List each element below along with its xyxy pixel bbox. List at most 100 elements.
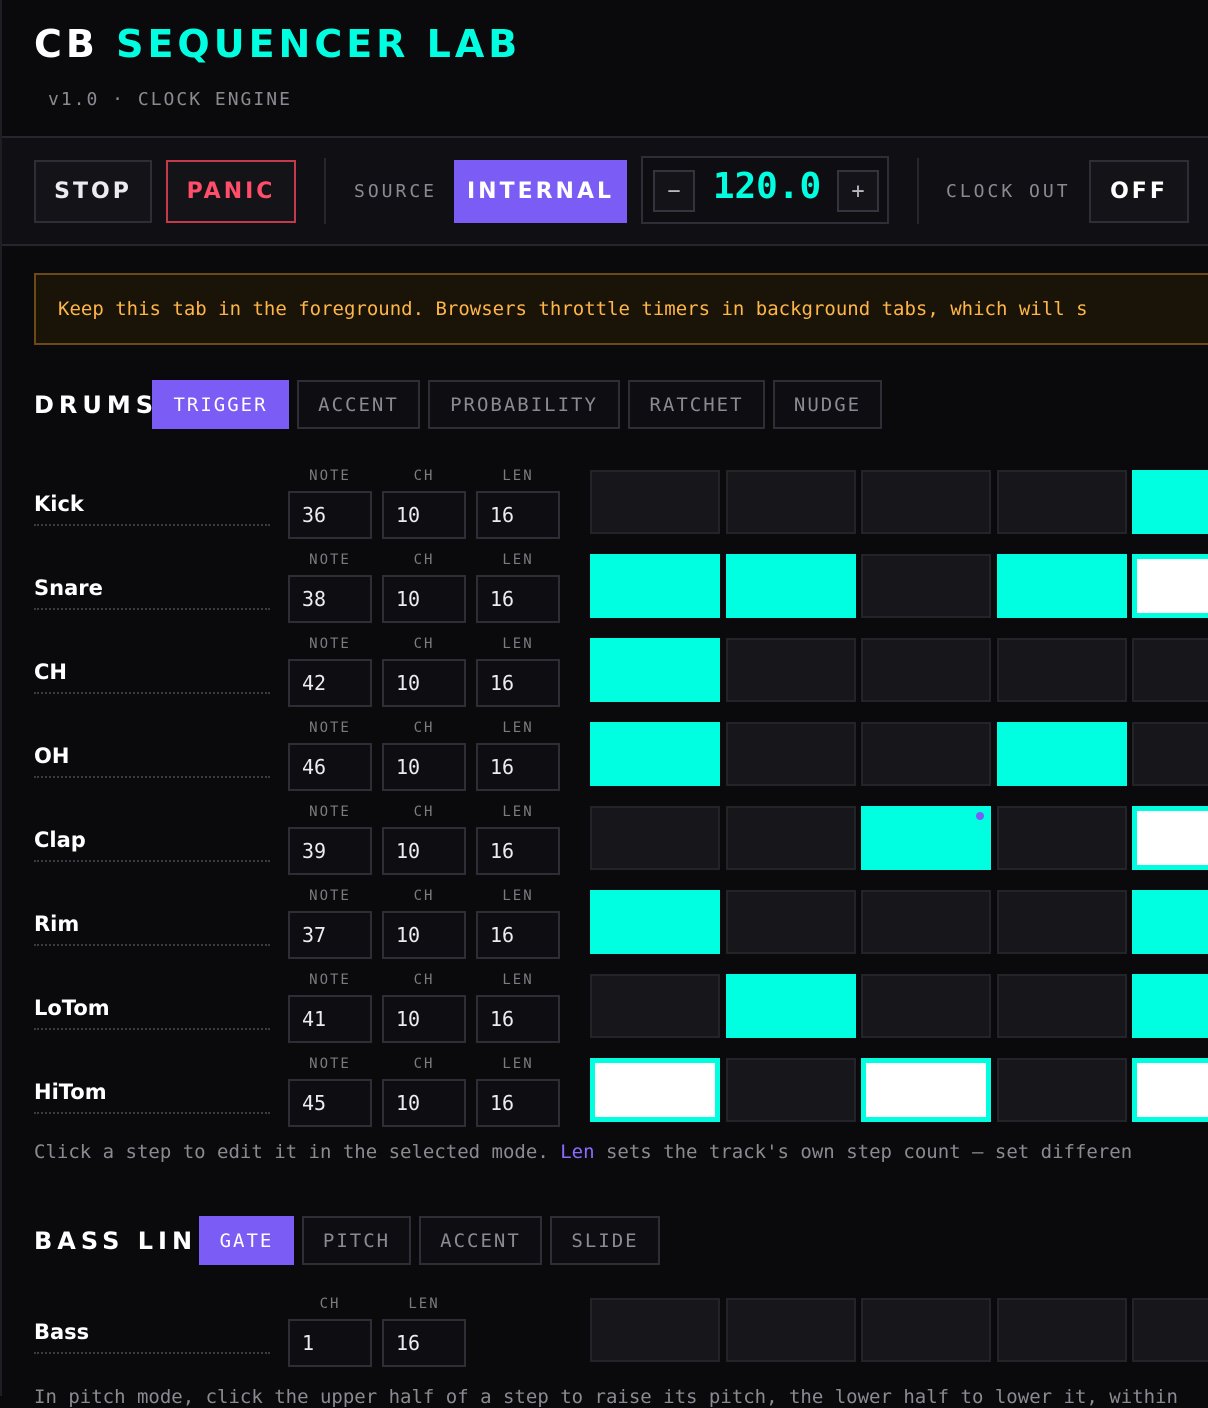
- clock-source-button[interactable]: INTERNAL: [454, 160, 627, 223]
- step-cell[interactable]: [861, 890, 991, 954]
- tab-accent[interactable]: ACCENT: [419, 1216, 542, 1265]
- step-cell[interactable]: [997, 974, 1127, 1038]
- step-cell[interactable]: [726, 1298, 856, 1362]
- ch-field[interactable]: 10: [382, 1079, 466, 1127]
- tab-accent[interactable]: ACCENT: [297, 380, 420, 429]
- track-row-snare: Snare NOTE 38 CH 10 LEN 16: [2, 552, 1208, 640]
- step-cell[interactable]: [861, 470, 991, 534]
- tab-trigger[interactable]: TRIGGER: [152, 380, 289, 429]
- app-subtitle: v1.0 · CLOCK ENGINE: [48, 89, 292, 110]
- ch-label: CH: [413, 804, 435, 820]
- stop-button[interactable]: STOP: [34, 160, 152, 223]
- step-cell[interactable]: [1132, 554, 1208, 618]
- step-cell[interactable]: [997, 554, 1127, 618]
- len-field[interactable]: 16: [476, 995, 560, 1043]
- step-cell[interactable]: [1132, 638, 1208, 702]
- step-cell[interactable]: [726, 974, 856, 1038]
- note-label: NOTE: [309, 468, 351, 484]
- note-field[interactable]: 38: [288, 575, 372, 623]
- step-cell[interactable]: [861, 722, 991, 786]
- step-cell[interactable]: [726, 470, 856, 534]
- step-cell[interactable]: [861, 638, 991, 702]
- step-cell[interactable]: [1132, 806, 1208, 870]
- step-cell[interactable]: [861, 1058, 991, 1122]
- step-cell[interactable]: [726, 722, 856, 786]
- ch-field[interactable]: 10: [382, 743, 466, 791]
- step-cell[interactable]: [590, 974, 720, 1038]
- len-field[interactable]: 16: [476, 491, 560, 539]
- step-cell[interactable]: [861, 1298, 991, 1362]
- step-cell[interactable]: [861, 806, 991, 870]
- ch-label: CH: [413, 552, 435, 568]
- step-cell[interactable]: [997, 638, 1127, 702]
- toolbar-divider: [917, 158, 919, 224]
- step-cell[interactable]: [1132, 1058, 1208, 1122]
- ch-field[interactable]: 10: [382, 575, 466, 623]
- bpm-decrease-button[interactable]: −: [653, 170, 695, 212]
- bpm-value[interactable]: 120.0: [707, 166, 827, 207]
- ch-field[interactable]: 10: [382, 659, 466, 707]
- step-cell[interactable]: [997, 722, 1127, 786]
- step-cell[interactable]: [1132, 890, 1208, 954]
- step-cell[interactable]: [726, 890, 856, 954]
- step-cell[interactable]: [997, 1298, 1127, 1362]
- note-label: NOTE: [309, 636, 351, 652]
- step-cell[interactable]: [726, 806, 856, 870]
- step-cell[interactable]: [590, 554, 720, 618]
- ch-field[interactable]: 10: [382, 491, 466, 539]
- len-label: LEN: [502, 804, 534, 820]
- note-field[interactable]: 39: [288, 827, 372, 875]
- note-field[interactable]: 37: [288, 911, 372, 959]
- tab-slide[interactable]: SLIDE: [550, 1216, 660, 1265]
- tab-nudge[interactable]: NUDGE: [773, 380, 882, 429]
- ch-field[interactable]: 10: [382, 995, 466, 1043]
- step-cell[interactable]: [726, 638, 856, 702]
- clock-out-toggle[interactable]: OFF: [1089, 160, 1189, 223]
- step-cell[interactable]: [590, 638, 720, 702]
- ch-label: CH: [413, 636, 435, 652]
- note-field[interactable]: 46: [288, 743, 372, 791]
- ch-label: CH: [319, 1296, 341, 1312]
- step-cell[interactable]: [861, 554, 991, 618]
- len-field[interactable]: 16: [382, 1319, 466, 1367]
- len-field[interactable]: 16: [476, 827, 560, 875]
- step-cell[interactable]: [590, 806, 720, 870]
- step-cell[interactable]: [590, 470, 720, 534]
- step-cell[interactable]: [1132, 722, 1208, 786]
- step-cell[interactable]: [997, 806, 1127, 870]
- panic-button[interactable]: PANIC: [166, 160, 296, 223]
- step-cell[interactable]: [1132, 974, 1208, 1038]
- tab-gate[interactable]: GATE: [199, 1216, 294, 1265]
- ch-field[interactable]: 1: [288, 1319, 372, 1367]
- step-cell[interactable]: [590, 1298, 720, 1362]
- len-field[interactable]: 16: [476, 743, 560, 791]
- step-cell[interactable]: [590, 890, 720, 954]
- tab-pitch[interactable]: PITCH: [302, 1216, 411, 1265]
- tab-ratchet[interactable]: RATCHET: [628, 380, 765, 429]
- step-cell[interactable]: [997, 1058, 1127, 1122]
- bpm-increase-button[interactable]: +: [837, 170, 879, 212]
- note-field[interactable]: 42: [288, 659, 372, 707]
- len-label: LEN: [502, 552, 534, 568]
- note-field[interactable]: 41: [288, 995, 372, 1043]
- tab-probability[interactable]: PROBABILITY: [428, 380, 620, 429]
- ch-field[interactable]: 10: [382, 827, 466, 875]
- note-field[interactable]: 36: [288, 491, 372, 539]
- step-cell[interactable]: [997, 890, 1127, 954]
- step-cell[interactable]: [997, 470, 1127, 534]
- step-cell[interactable]: [590, 722, 720, 786]
- step-cell[interactable]: [1132, 1298, 1208, 1362]
- len-field[interactable]: 16: [476, 1079, 560, 1127]
- step-cell[interactable]: [726, 554, 856, 618]
- note-field[interactable]: 45: [288, 1079, 372, 1127]
- len-field[interactable]: 16: [476, 659, 560, 707]
- step-cell[interactable]: [590, 1058, 720, 1122]
- step-cell[interactable]: [1132, 470, 1208, 534]
- step-cell[interactable]: [726, 1058, 856, 1122]
- modifier-dot-icon: [976, 812, 984, 820]
- len-field[interactable]: 16: [476, 911, 560, 959]
- step-cell[interactable]: [861, 974, 991, 1038]
- ch-field[interactable]: 10: [382, 911, 466, 959]
- len-field[interactable]: 16: [476, 575, 560, 623]
- track-row-lotom: LoTom NOTE 41 CH 10 LEN 16: [2, 972, 1208, 1060]
